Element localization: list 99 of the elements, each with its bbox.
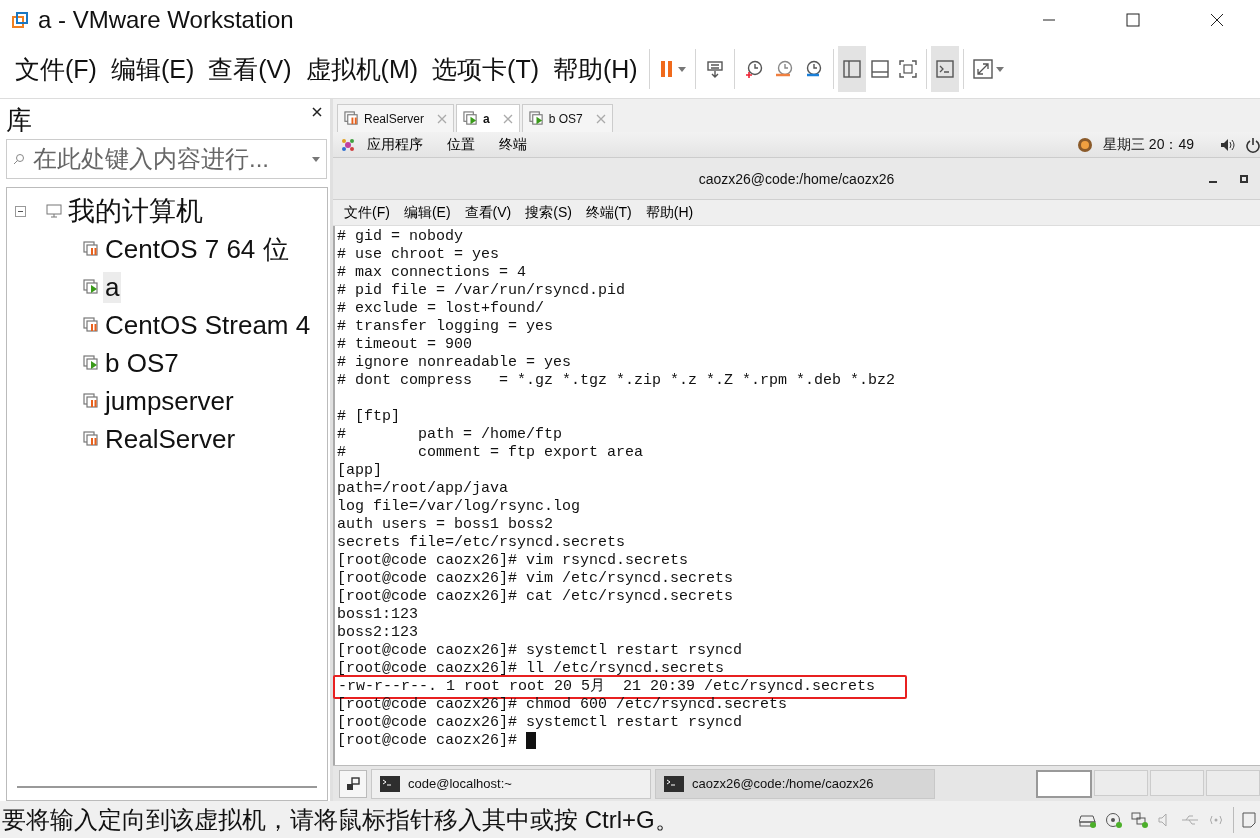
menu-item[interactable]: 文件(F) — [8, 52, 104, 86]
terminal-line: boss1:123 — [337, 606, 419, 624]
terminal-line: # max connections = 4 — [337, 264, 528, 282]
terminal-line: [root@code caozx26]# — [337, 732, 1260, 750]
terminal-line: secrets file=/etc/rsyncd.secrets — [337, 534, 627, 552]
terminal-line: # gid = nobody — [337, 228, 465, 246]
terminal-line: # dont compress = *.gz *.tgz *.zip *.z *.Z *.rpm *.deb *.bz2 — [337, 372, 897, 390]
tab-label: a — [483, 111, 490, 126]
tree-item[interactable]: a — [103, 271, 122, 303]
menu-item[interactable]: 搜索(S) — [518, 203, 579, 222]
maximize-icon[interactable] — [1240, 174, 1248, 183]
terminal-line: [root@code caozx26]# cat /etc/rsyncd.secrets — [337, 588, 735, 606]
collapse-icon[interactable] — [15, 205, 26, 217]
terminal-line: boss2:123 — [337, 624, 419, 642]
pause-icon — [658, 60, 675, 78]
terminal-line: [root@code caozx26]# systemctl restart rsyncd — [337, 714, 744, 732]
terminal-line: [root@code caozx26]# systemctl restart rsyncd — [337, 642, 744, 660]
app-logo-icon — [12, 12, 28, 28]
terminal-line: [root@code caozx26]# vim /etc/rsyncd.secrets — [337, 570, 735, 588]
vm-tab[interactable]: RealServer — [337, 104, 455, 132]
speaker-icon[interactable] — [1220, 137, 1236, 152]
toolbar-button[interactable] — [930, 46, 959, 92]
network-icon[interactable] — [1131, 812, 1149, 828]
terminal-line: # [ftp] — [337, 407, 401, 426]
terminal-icon — [664, 775, 684, 792]
stretch-icon — [972, 59, 993, 79]
menu-item[interactable]: 选项卡(T) — [425, 52, 546, 86]
toolbar-button[interactable] — [837, 46, 866, 92]
terminal-line: [root@code caozx26]# chmod 600 /etc/rsyncd.secrets — [337, 696, 789, 714]
tree-item[interactable]: CentOS Stream 4 — [103, 309, 313, 341]
search-icon — [13, 153, 25, 165]
terminal-line: -rw-r--r--. 1 root root 20 5月 21 20:39 /etc/rsyncd.secrets — [338, 678, 876, 696]
note-icon[interactable] — [1242, 812, 1256, 828]
task-button[interactable]: caozx26@code:/home/caozx26 — [655, 768, 935, 799]
clock-arrow-icon — [773, 59, 794, 79]
panel-title: 库 — [6, 104, 32, 135]
task-label: code@localhost:~ — [408, 776, 512, 791]
menu-item[interactable]: 文件(F) — [337, 203, 397, 222]
menu-item[interactable]: 查看(V) — [457, 203, 519, 222]
terminal-line: # comment = ftp export area — [337, 444, 645, 462]
show-desktop-button[interactable] — [339, 769, 367, 798]
terminal-line: [root@code caozx26]# vim rsyncd.secrets — [337, 552, 690, 570]
terminal-line: log file=/var/log/rsync.log — [337, 498, 582, 516]
terminal-line: [root@code caozx26]# ll /etc/rsyncd.secrets — [337, 660, 726, 678]
power-icon[interactable] — [1246, 136, 1260, 153]
caret-icon — [995, 66, 1004, 72]
window-title: a - VMware Workstation — [38, 6, 294, 34]
task-button[interactable]: code@localhost:~ — [371, 768, 651, 799]
disc-icon[interactable] — [1105, 812, 1123, 828]
close-icon[interactable] — [1210, 13, 1224, 27]
workspace-button[interactable] — [1036, 769, 1092, 798]
menu-item[interactable]: 帮助(H) — [546, 52, 645, 86]
menu-item[interactable]: 终端(T) — [578, 203, 639, 222]
bottom-panel-icon — [870, 60, 889, 78]
tab-label: RealServer — [364, 111, 425, 126]
terminal-line: # ignore nonreadable = yes — [337, 354, 573, 372]
terminal-icon — [380, 775, 400, 792]
terminal-line: path=/root/app/java — [337, 480, 510, 498]
terminal-line: # use chroot = yes — [337, 246, 501, 264]
tab-label: b OS7 — [548, 111, 583, 126]
menu-item[interactable]: 应用程序 — [355, 135, 435, 154]
menu-item[interactable]: 编辑(E) — [103, 52, 202, 86]
tree-item[interactable]: RealServer — [103, 423, 238, 455]
tree-item[interactable]: 我的计算机 — [68, 193, 203, 229]
clock[interactable]: 星期三 20：49 — [1102, 135, 1194, 154]
hard-disk-icon[interactable] — [1079, 812, 1097, 828]
status-message: 要将输入定向到该虚拟机，请将鼠标指针移入其中或按 Ctrl+G。 — [2, 805, 679, 835]
menu-item[interactable]: 编辑(E) — [396, 203, 458, 222]
window-title: caozx26@code:/home/caozx26 — [698, 170, 895, 187]
terminal-line: auth users = boss1 boss2 — [337, 516, 555, 534]
console-icon — [935, 60, 954, 78]
menu-item[interactable]: 虚拟机(M) — [298, 52, 426, 86]
gnome-foot-icon — [341, 137, 355, 152]
terminal-line: # pid file = /var/run/rsyncd.pid — [337, 282, 627, 300]
sidebar-icon — [842, 60, 861, 78]
monitor-icon — [46, 203, 62, 219]
menu-item[interactable]: 帮助(H) — [638, 203, 701, 222]
menu-item[interactable]: 位置 — [435, 135, 487, 154]
menu-item[interactable]: 查看(V) — [201, 52, 299, 86]
weather-icon — [1076, 136, 1093, 153]
vm-tab[interactable]: a — [456, 104, 520, 132]
caret-icon — [677, 66, 686, 72]
search-field[interactable]: 在此处键入内容进行... — [6, 139, 327, 179]
terminal-line: # exclude = lost+found/ — [337, 300, 546, 318]
terminal-line: # path = /home/ftp — [337, 426, 564, 444]
terminal-line: [app] — [337, 462, 383, 480]
tree-item[interactable]: b OS7 — [103, 347, 181, 379]
terminal-line: # timeout = 900 — [337, 336, 474, 354]
vm-tab[interactable]: b OS7 — [521, 104, 613, 132]
task-label: caozx26@code:/home/caozx26 — [692, 776, 874, 791]
fullscreen-icon — [898, 60, 917, 78]
keyboard-icon — [704, 59, 725, 79]
tree-item[interactable]: jumpserver — [103, 385, 236, 417]
caret-icon — [312, 156, 320, 162]
terminal-line: # transfer logging = yes — [337, 318, 555, 336]
clock-plus-icon — [743, 59, 764, 79]
menu-item[interactable]: 终端 — [487, 135, 539, 154]
windows-icon — [346, 776, 360, 791]
tree-item[interactable]: CentOS 7 64 位 — [103, 231, 291, 267]
